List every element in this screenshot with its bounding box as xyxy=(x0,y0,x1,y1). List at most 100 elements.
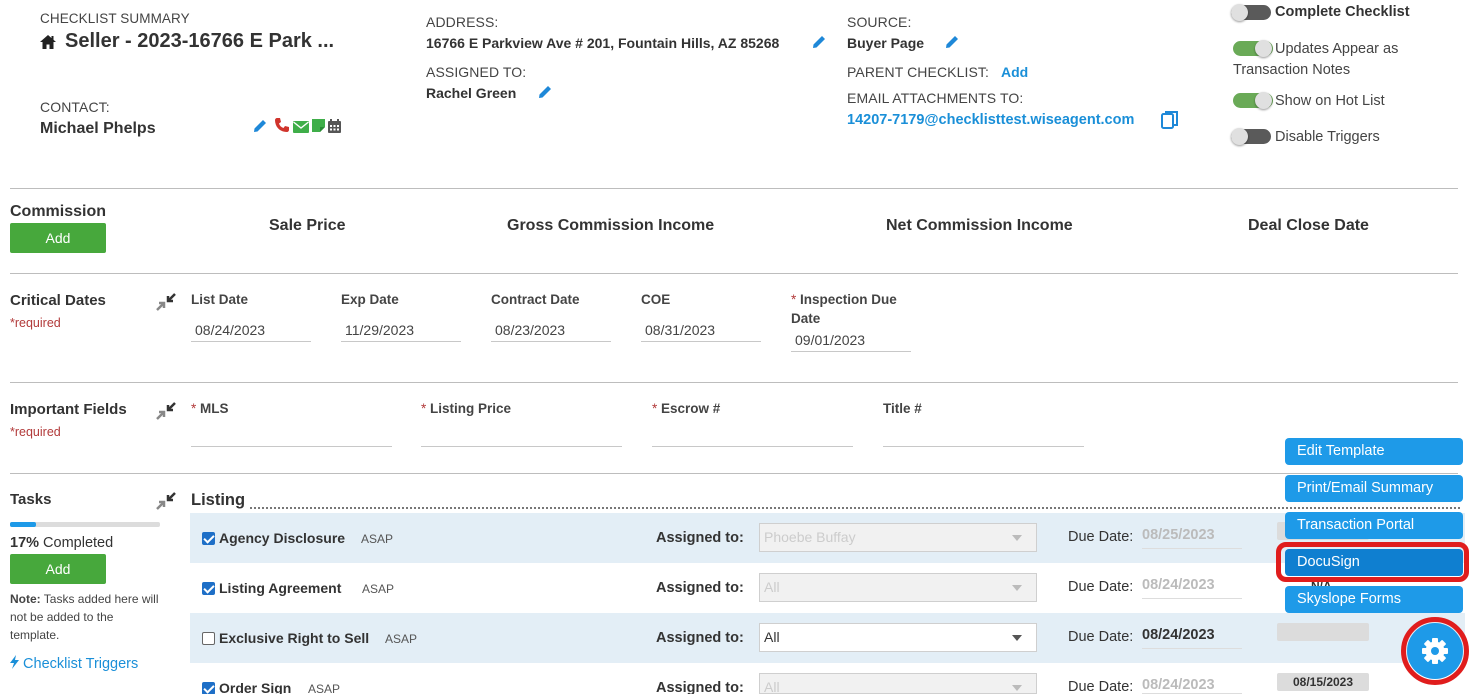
due-date-label: Due Date: xyxy=(1068,679,1134,694)
copy-icon[interactable] xyxy=(1161,110,1179,133)
due-date-label: Due Date: xyxy=(1068,579,1134,595)
task-checkbox[interactable] xyxy=(202,632,215,645)
assignee-select[interactable]: All xyxy=(759,573,1037,602)
assignee-select[interactable]: All xyxy=(759,623,1037,652)
assigned-to-label: Assigned to: xyxy=(656,580,744,596)
assigned-edit-icon[interactable] xyxy=(537,84,553,103)
due-date-input[interactable]: 08/24/2023 xyxy=(1142,577,1242,599)
source-label: SOURCE: xyxy=(847,14,912,30)
due-date-input[interactable]: 08/25/2023 xyxy=(1142,527,1242,549)
task-tag: ASAP xyxy=(385,632,418,646)
collapse-icon[interactable] xyxy=(155,292,177,312)
email-icon[interactable] xyxy=(293,120,309,136)
task-checkbox[interactable] xyxy=(202,682,215,694)
coe-input[interactable]: 08/31/2023 xyxy=(641,318,761,342)
source-value: Buyer Page xyxy=(847,35,925,51)
edit-template-button[interactable]: Edit Template xyxy=(1285,438,1463,465)
coe-label: COE xyxy=(641,292,671,307)
skyslope-forms-button[interactable]: Skyslope Forms xyxy=(1285,586,1463,613)
inspection-due-label-line2: Date xyxy=(791,311,821,326)
page-title: Seller - 2023-16766 E Park ... xyxy=(65,30,335,52)
transaction-portal-button[interactable]: Transaction Portal xyxy=(1285,512,1463,539)
bolt-icon xyxy=(10,655,19,669)
address-label: ADDRESS: xyxy=(426,14,499,30)
critical-dates-required: *required xyxy=(10,316,61,330)
contact-label: CONTACT: xyxy=(40,99,110,115)
task-tag: ASAP xyxy=(361,532,394,546)
inspection-due-label: * Inspection Due xyxy=(791,292,897,307)
due-date-input[interactable]: 08/24/2023 xyxy=(1142,677,1242,694)
complete-checklist-label: Complete Checklist xyxy=(1275,4,1410,20)
assignee-select[interactable]: All xyxy=(759,673,1037,694)
listing-price-input[interactable] xyxy=(421,423,622,447)
tasks-add-button[interactable]: Add xyxy=(10,554,106,584)
checklist-triggers-link[interactable]: Checklist Triggers xyxy=(10,655,138,672)
title-number-label: Title # xyxy=(883,401,922,416)
inspection-due-input[interactable]: 09/01/2023 xyxy=(791,328,911,352)
mls-label: * MLS xyxy=(191,401,229,416)
divider xyxy=(10,188,1458,189)
disable-triggers-toggle[interactable] xyxy=(1231,128,1271,145)
task-tag: ASAP xyxy=(308,682,341,694)
docusign-highlight xyxy=(1276,542,1469,582)
divider xyxy=(10,473,1458,474)
contact-edit-icon[interactable] xyxy=(252,118,268,137)
tasks-progress-text: 17% Completed xyxy=(10,535,114,551)
parent-checklist-add-link[interactable]: Add xyxy=(1001,64,1028,80)
due-date-label: Due Date: xyxy=(1068,529,1134,545)
collapse-icon[interactable] xyxy=(155,401,177,421)
list-date-input[interactable]: 08/24/2023 xyxy=(191,318,311,342)
commission-add-button[interactable]: Add xyxy=(10,223,106,253)
assigned-to-label: Assigned to: xyxy=(656,680,744,694)
collapse-icon[interactable] xyxy=(155,491,177,511)
summary-label: CHECKLIST SUMMARY xyxy=(40,11,190,26)
show-hot-list-toggle[interactable] xyxy=(1233,92,1273,109)
exp-date-input[interactable]: 11/29/2023 xyxy=(341,318,461,342)
complete-checklist-toggle[interactable] xyxy=(1231,4,1271,21)
task-row: Listing Agreement ASAP Assigned to: All … xyxy=(190,563,1465,613)
due-date-label: Due Date: xyxy=(1068,629,1134,645)
home-icon xyxy=(39,34,57,50)
show-hot-list-label: Show on Hot List xyxy=(1275,93,1385,109)
assigned-label: ASSIGNED TO: xyxy=(426,64,527,80)
task-checkbox[interactable] xyxy=(202,532,215,545)
important-fields-required: *required xyxy=(10,425,61,439)
contract-date-input[interactable]: 08/23/2023 xyxy=(491,318,611,342)
assigned-to-label: Assigned to: xyxy=(656,530,744,546)
exp-date-label: Exp Date xyxy=(341,292,399,307)
source-edit-icon[interactable] xyxy=(944,34,960,53)
task-status-badge xyxy=(1277,623,1369,641)
task-name[interactable]: Agency Disclosure xyxy=(219,530,345,546)
address-value: 16766 E Parkview Ave # 201, Fountain Hil… xyxy=(426,35,780,51)
list-date-label: List Date xyxy=(191,292,249,307)
task-name[interactable]: Exclusive Right to Sell xyxy=(219,630,369,646)
contact-name[interactable]: Michael Phelps xyxy=(40,120,156,138)
print-email-summary-button[interactable]: Print/Email Summary xyxy=(1285,475,1463,502)
divider xyxy=(10,273,1458,274)
email-attachments-label: EMAIL ATTACHMENTS TO: xyxy=(847,90,1024,106)
deal-close-date-header: Deal Close Date xyxy=(1248,217,1369,234)
settings-fab-highlight xyxy=(1401,617,1469,685)
assignee-select[interactable]: Phoebe Buffay xyxy=(759,523,1037,552)
important-fields-title: Important Fields xyxy=(10,401,127,418)
task-name[interactable]: Order Sign xyxy=(219,680,291,694)
updates-transaction-notes-toggle[interactable] xyxy=(1233,40,1273,57)
task-name[interactable]: Listing Agreement xyxy=(219,580,341,596)
calendar-icon[interactable] xyxy=(328,119,341,136)
critical-dates-title: Critical Dates xyxy=(10,292,106,309)
task-checkbox[interactable] xyxy=(202,582,215,595)
mls-input[interactable] xyxy=(191,423,392,447)
due-date-input[interactable]: 08/24/2023 xyxy=(1142,627,1242,649)
updates-transaction-notes-label-line2: Transaction Notes xyxy=(1233,62,1351,78)
updates-transaction-notes-label: Updates Appear as xyxy=(1275,41,1399,57)
escrow-input[interactable] xyxy=(652,423,853,447)
note-icon[interactable] xyxy=(312,119,325,135)
commission-title: Commission xyxy=(10,203,107,220)
address-edit-icon[interactable] xyxy=(811,34,827,53)
divider xyxy=(10,382,1458,383)
email-attachments-address[interactable]: 14207-7179@checklisttest.wiseagent.com xyxy=(847,112,1134,128)
phone-icon[interactable] xyxy=(274,117,290,136)
listing-price-label: * Listing Price xyxy=(421,401,512,416)
title-number-input[interactable] xyxy=(883,423,1084,447)
tasks-progress-bar xyxy=(10,522,160,527)
